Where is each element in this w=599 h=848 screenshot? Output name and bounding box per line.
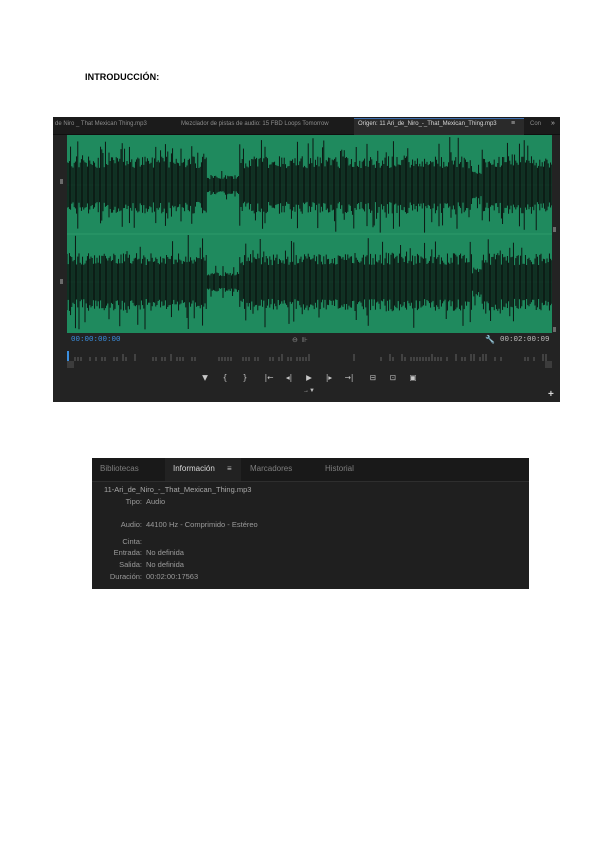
- export-frame-icon[interactable]: ▣: [406, 373, 420, 382]
- timecode-duration: 00:02:00:09: [500, 336, 550, 344]
- drag-audio-icon[interactable]: ⊖ ⊪: [292, 336, 308, 344]
- zoom-handle-left[interactable]: [67, 361, 74, 368]
- time-ruler[interactable]: [67, 353, 552, 361]
- play-icon[interactable]: ▶: [302, 373, 316, 382]
- mark-in-icon[interactable]: {: [218, 373, 232, 382]
- channel-marker: [60, 279, 63, 284]
- field-value: Audio: [146, 497, 166, 506]
- step-forward-icon[interactable]: |▸: [322, 373, 336, 382]
- field-value: No definida: [146, 560, 184, 569]
- field-label: Cinta:: [122, 537, 142, 546]
- insert-edit-icon[interactable]: →▼: [303, 388, 315, 394]
- marker-icon[interactable]: ▼: [198, 373, 212, 382]
- tab-marcadores[interactable]: Marcadores: [250, 464, 292, 473]
- tab-bibliotecas[interactable]: Bibliotecas: [100, 464, 139, 473]
- go-to-out-icon[interactable]: →|: [342, 373, 356, 382]
- tab-overflow-icon[interactable]: »: [551, 120, 555, 127]
- tab-informacion[interactable]: Información: [173, 464, 215, 473]
- channel-marker: [60, 179, 63, 184]
- clip-name: 11-Ari_de_Niro_-_That_Mexican_Thing.mp3: [104, 485, 252, 494]
- field-label: Audio:: [120, 520, 142, 529]
- add-button-icon[interactable]: +: [548, 389, 554, 400]
- field-label: Duración:: [109, 572, 142, 581]
- info-tab-bar: Bibliotecas Información ≡ Marcadores His…: [92, 458, 529, 482]
- field-label: Salida:: [119, 560, 142, 569]
- tab-con[interactable]: Con: [530, 121, 541, 127]
- field-value: No definida: [146, 548, 184, 557]
- tab-source[interactable]: Origen: 11 Ari_de_Niro_-_That_Mexican_Th…: [358, 121, 497, 127]
- source-monitor-screenshot: de Niro _ That Mexican Thing.mp3 Mezclad…: [53, 117, 560, 402]
- tab-clip-partial[interactable]: de Niro _ That Mexican Thing.mp3: [55, 121, 147, 127]
- field-value: 00:02:00:17563: [146, 572, 199, 581]
- timecode-current[interactable]: 00:00:00:00: [71, 336, 121, 344]
- tab-historial[interactable]: Historial: [325, 464, 354, 473]
- section-heading: INTRODUCCIÓN:: [85, 72, 160, 82]
- waveform-graphic: [67, 137, 552, 330]
- transport-controls: ▼ { } |← ◂| ▶ |▸ →| ⊟ ⊡ ▣: [198, 373, 428, 385]
- insert-icon[interactable]: ⊟: [366, 373, 380, 382]
- scroll-marker: [553, 327, 556, 332]
- mark-out-icon[interactable]: }: [238, 373, 252, 382]
- playhead[interactable]: [67, 351, 69, 361]
- info-panel-screenshot: Bibliotecas Información ≡ Marcadores His…: [92, 458, 529, 589]
- zoom-handle-right[interactable]: [545, 361, 552, 368]
- field-label: Entrada:: [113, 548, 142, 557]
- tab-audio-mixer[interactable]: Mezclador de pistas de audio: 15 FBD Loo…: [181, 121, 329, 127]
- scroll-marker: [553, 227, 556, 232]
- field-value: 44100 Hz - Comprimido - Estéreo: [146, 520, 258, 529]
- overwrite-icon[interactable]: ⊡: [386, 373, 400, 382]
- panel-menu-icon[interactable]: ≡: [511, 120, 515, 127]
- panel-tab-bar: de Niro _ That Mexican Thing.mp3 Mezclad…: [53, 117, 560, 135]
- wrench-icon[interactable]: 🔧: [485, 335, 495, 344]
- step-back-icon[interactable]: ◂|: [282, 373, 296, 382]
- panel-menu-icon[interactable]: ≡: [227, 464, 232, 473]
- go-to-in-icon[interactable]: |←: [262, 373, 276, 382]
- audio-waveform[interactable]: [67, 135, 552, 333]
- field-label: Tipo:: [125, 497, 142, 506]
